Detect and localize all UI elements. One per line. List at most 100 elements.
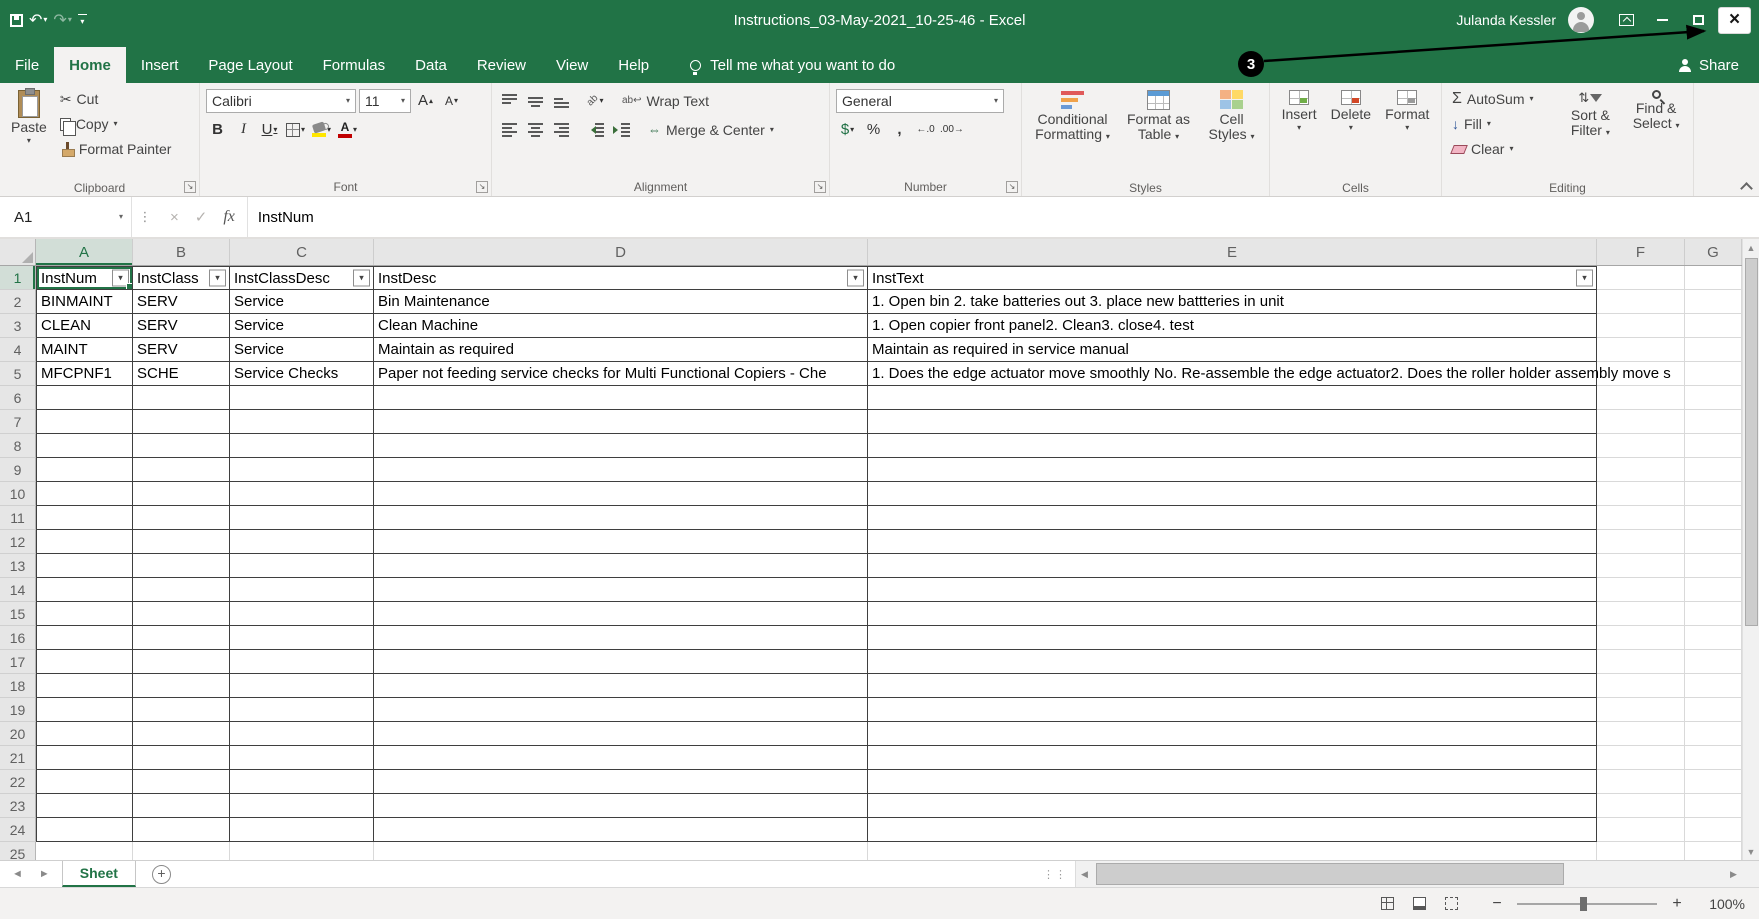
insert-cells-button[interactable]: Insert ▾ [1277,87,1322,179]
cell-C11[interactable] [230,506,374,530]
cell-A11[interactable] [36,506,133,530]
clipboard-dialog-launcher[interactable]: ↘ [184,181,196,193]
tab-help[interactable]: Help [603,47,664,83]
cell-G14[interactable] [1685,578,1742,602]
cell-D9[interactable] [374,458,868,482]
accounting-format-button[interactable]: $▾ [836,118,859,141]
cell-A12[interactable] [36,530,133,554]
cell-D18[interactable] [374,674,868,698]
cell-C12[interactable] [230,530,374,554]
cell-A15[interactable] [36,602,133,626]
undo-dropdown-icon[interactable]: ▾ [43,16,47,24]
next-sheet-button[interactable]: ► [39,868,50,880]
tab-view[interactable]: View [541,47,603,83]
cell-C1[interactable]: InstClassDesc▾ [230,266,374,290]
zoom-level[interactable]: 100% [1705,896,1745,912]
font-size-dropdown-icon[interactable]: ▾ [401,97,405,105]
clear-button[interactable]: Clear▾ [1448,137,1555,161]
cell-D12[interactable] [374,530,868,554]
cell-B14[interactable] [133,578,230,602]
cell-E22[interactable] [868,770,1597,794]
cell-G22[interactable] [1685,770,1742,794]
scroll-down-button[interactable]: ▼ [1743,843,1759,860]
cell-E6[interactable] [868,386,1597,410]
underline-dropdown-icon[interactable]: ▾ [273,126,277,134]
sheet-tab-sheet[interactable]: Sheet [62,861,136,887]
cell-C15[interactable] [230,602,374,626]
cell-E13[interactable] [868,554,1597,578]
cell-A13[interactable] [36,554,133,578]
cell-D24[interactable] [374,818,868,842]
orientation-button[interactable]: ab▾ [584,89,607,112]
row-header-13[interactable]: 13 [0,554,36,578]
insert-cells-dropdown-icon[interactable]: ▾ [1297,124,1301,132]
cell-F7[interactable] [1597,410,1685,434]
cell-A3[interactable]: CLEAN [36,314,133,338]
cell-A20[interactable] [36,722,133,746]
cell-B22[interactable] [133,770,230,794]
align-middle-button[interactable] [524,89,547,112]
cell-G9[interactable] [1685,458,1742,482]
user-avatar[interactable] [1568,7,1594,33]
cell-C5[interactable]: Service Checks [230,362,374,386]
cell-E21[interactable] [868,746,1597,770]
cell-B6[interactable] [133,386,230,410]
column-header-G[interactable]: G [1685,239,1742,265]
cell-D20[interactable] [374,722,868,746]
cell-A4[interactable]: MAINT [36,338,133,362]
cell-E18[interactable] [868,674,1597,698]
row-header-12[interactable]: 12 [0,530,36,554]
cell-E1[interactable]: InstText▾ [868,266,1597,290]
cell-F25[interactable] [1597,842,1685,860]
cell-G7[interactable] [1685,410,1742,434]
cell-F22[interactable] [1597,770,1685,794]
cell-C3[interactable]: Service [230,314,374,338]
cell-D10[interactable] [374,482,868,506]
row-header-2[interactable]: 2 [0,290,36,314]
scroll-right-button[interactable]: ▶ [1725,861,1742,887]
tab-scrollbar-splitter[interactable]: ⋮⋮ [1035,861,1075,887]
increase-font-size-button[interactable]: A▾ [414,89,437,112]
cell-A24[interactable] [36,818,133,842]
wrap-text-button[interactable]: ab↩Wrap Text [618,89,713,113]
cell-E4[interactable]: Maintain as required in service manual [868,338,1597,362]
cell-G13[interactable] [1685,554,1742,578]
cell-B24[interactable] [133,818,230,842]
increase-indent-button[interactable] [610,118,633,141]
cell-D13[interactable] [374,554,868,578]
cell-F23[interactable] [1597,794,1685,818]
font-size-select[interactable]: 11▾ [359,89,411,113]
cell-B7[interactable] [133,410,230,434]
increase-decimal-button[interactable]: ←.0 [914,118,937,141]
row-header-22[interactable]: 22 [0,770,36,794]
cell-C16[interactable] [230,626,374,650]
row-header-21[interactable]: 21 [0,746,36,770]
tab-file[interactable]: File [0,47,54,83]
select-all-button[interactable] [0,239,36,265]
row-header-17[interactable]: 17 [0,650,36,674]
autosum-button[interactable]: ΣAutoSum▾ [1448,87,1555,111]
previous-sheet-button[interactable]: ◄ [12,868,23,880]
row-header-16[interactable]: 16 [0,626,36,650]
cell-B15[interactable] [133,602,230,626]
row-header-4[interactable]: 4 [0,338,36,362]
column-header-D[interactable]: D [374,239,868,265]
save-button[interactable] [10,14,23,27]
cell-D17[interactable] [374,650,868,674]
tab-data[interactable]: Data [400,47,462,83]
close-button[interactable]: × [1718,7,1751,34]
row-header-1[interactable]: 1 [0,266,36,290]
cell-E5[interactable]: 1. Does the edge actuator move smoothly … [868,362,1597,386]
cell-G6[interactable] [1685,386,1742,410]
decrease-font-size-button[interactable]: A▾ [440,89,463,112]
cell-A2[interactable]: BINMAINT [36,290,133,314]
cell-B4[interactable]: SERV [133,338,230,362]
comma-style-button[interactable]: , [888,118,911,141]
formula-bar-resize-handle[interactable]: ⋮ [132,197,158,237]
vertical-scrollbar-thumb[interactable] [1745,258,1758,626]
cell-E23[interactable] [868,794,1597,818]
row-header-6[interactable]: 6 [0,386,36,410]
sort-filter-button[interactable]: ⇅ Sort & Filter ▾ [1559,87,1621,179]
merge-center-dropdown-icon[interactable]: ▾ [770,126,774,134]
cell-A8[interactable] [36,434,133,458]
